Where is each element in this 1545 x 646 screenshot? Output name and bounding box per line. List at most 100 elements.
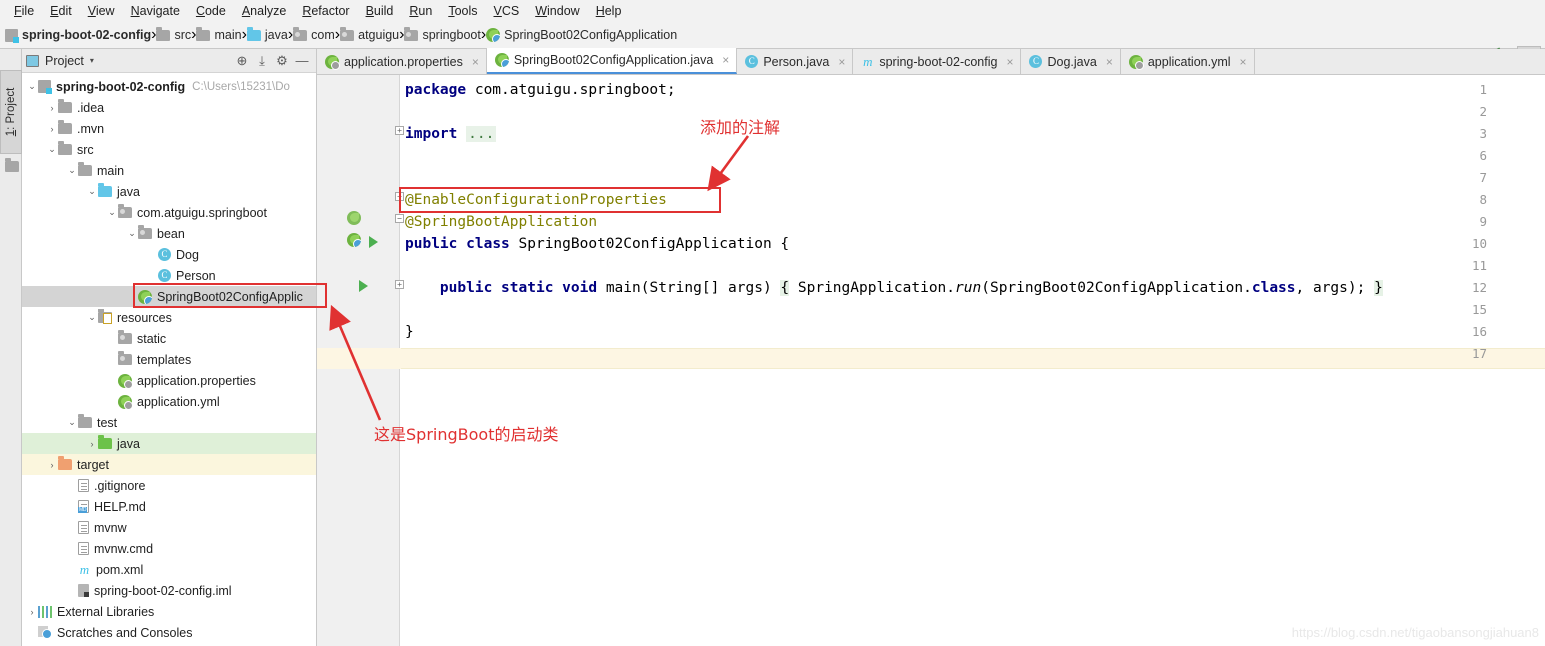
keyword-class-literal: class [1252,280,1296,296]
tree-item-main[interactable]: ⌄main [22,160,316,181]
tree-item-mvnw-cmd[interactable]: mvnw.cmd [22,538,316,559]
menu-item-build[interactable]: Build [358,2,402,20]
chevron-down-icon[interactable]: ⌄ [86,312,98,323]
chevron-down-icon[interactable]: ⌄ [26,81,38,92]
chevron-down-icon[interactable]: ⌄ [126,228,138,239]
close-icon[interactable]: × [1106,55,1113,69]
breadcrumb-item-atguigu[interactable]: atguigu [340,28,399,42]
editor-tab-springboot02configapplication-java[interactable]: SpringBoot02ConfigApplication.java× [487,48,737,74]
tree-item-application-properties[interactable]: application.properties [22,370,316,391]
chevron-right-icon[interactable]: › [26,607,38,617]
menu-item-run[interactable]: Run [401,2,440,20]
menu-item-file[interactable]: File [6,2,42,20]
tree-item-bean[interactable]: ⌄ bean [22,223,316,244]
breadcrumb-label: SpringBoot02ConfigApplication [504,28,677,42]
tree-item-spring-boot-02-config-iml[interactable]: spring-boot-02-config.iml [22,580,316,601]
folded-imports[interactable]: ... [466,126,496,142]
code-editor[interactable]: 1236789101112151617 + − − + package com.… [317,75,1545,646]
menu-item-edit[interactable]: Edit [42,2,80,20]
breadcrumb-label: main [214,28,241,42]
editor-tab-application-yml[interactable]: application.yml × [1121,49,1255,74]
breadcrumb-item-springboot[interactable]: springboot [404,28,480,42]
chevron-down-icon[interactable]: ⌄ [66,417,78,428]
line-number: 16 [1463,324,1487,339]
keyword-public: public [405,236,457,252]
tree-item-test[interactable]: ⌄test [22,412,316,433]
fold-expand-method[interactable]: + [395,280,404,289]
code-line-import: import ... [405,126,496,142]
tree-item--idea[interactable]: ›.idea [22,97,316,118]
breadcrumb-item-main[interactable]: main [196,28,241,42]
hide-panel-icon[interactable]: — [292,52,312,70]
breadcrumb-item-springboot02configapplication[interactable]: SpringBoot02ConfigApplication [486,28,677,42]
chevron-right-icon[interactable]: › [86,439,98,449]
tree-item-java[interactable]: ⌄java [22,181,316,202]
close-icon[interactable]: × [1240,55,1247,69]
menu-item-analyze[interactable]: Analyze [234,2,294,20]
tree-item--mvn[interactable]: ›.mvn [22,118,316,139]
tree-item-target[interactable]: › target [22,454,316,475]
tree-item-application-yml[interactable]: application.yml [22,391,316,412]
tree-item--gitignore[interactable]: .gitignore [22,475,316,496]
menu-item-help[interactable]: Help [588,2,630,20]
tree-item-resources[interactable]: ⌄resources [22,307,316,328]
locate-target-icon[interactable]: ⊕ [232,52,252,70]
tree-item-src[interactable]: ⌄src [22,139,316,160]
close-icon[interactable]: × [472,55,479,69]
chevron-down-icon[interactable]: ⌄ [46,144,58,155]
close-icon[interactable]: × [1006,55,1013,69]
editor-tab-dog-java[interactable]: CDog.java× [1021,49,1120,74]
collapse-all-icon[interactable]: ⤓ [252,52,272,70]
tree-item-static[interactable]: static [22,328,316,349]
editor-tab-spring-boot-02-config[interactable]: mspring-boot-02-config× [853,49,1021,74]
chevron-right-icon[interactable]: › [46,124,58,134]
menu-item-refactor[interactable]: Refactor [294,2,357,20]
tree-item-java[interactable]: ›java [22,433,316,454]
run-main-gutter-icon[interactable] [359,279,368,297]
tree-item-templates[interactable]: templates [22,349,316,370]
tree-item-label: bean [157,227,185,241]
tree-item-help-md[interactable]: HELP.md [22,496,316,517]
tool-window-tab-project[interactable]: 1: Project [0,70,22,154]
run-args-1: (SpringBoot02ConfigApplication. [981,280,1252,296]
spring-boot-gutter-icon[interactable] [347,233,361,252]
fold-expand-import[interactable]: + [395,126,404,135]
run-gutter-icon[interactable] [369,235,378,253]
editor-tab-person-java[interactable]: CPerson.java× [737,49,853,74]
fold-collapse-class[interactable]: − [395,214,404,223]
breadcrumb-item-java[interactable]: java [247,28,288,42]
chevron-down-icon[interactable]: ⌄ [86,186,98,197]
package-icon [118,207,132,218]
chevron-down-icon[interactable]: ▾ [90,56,94,65]
breadcrumb-item-src[interactable]: src [156,28,191,42]
menu-item-window[interactable]: Window [527,2,587,20]
menu-item-view[interactable]: View [80,2,123,20]
settings-gear-icon[interactable]: ⚙ [272,52,292,70]
tree-item-pom-xml[interactable]: mpom.xml [22,559,316,580]
tree-item-external-libraries[interactable]: ›External Libraries [22,601,316,622]
spring-bean-gutter-icon[interactable] [347,211,361,230]
chevron-down-icon[interactable]: ⌄ [106,207,118,218]
chevron-down-icon[interactable]: ⌄ [66,165,78,176]
tree-item-scratches-and-consoles[interactable]: Scratches and Consoles [22,622,316,643]
menu-item-code[interactable]: Code [188,2,234,20]
close-icon[interactable]: × [838,55,845,69]
scratches-icon [38,626,52,639]
editor-tab-label: application.yml [1148,55,1231,69]
menu-item-tools[interactable]: Tools [440,2,485,20]
tree-item-spring-boot-02-config[interactable]: ⌄spring-boot-02-configC:\Users\15231\Do [22,76,316,97]
tree-item-dog[interactable]: CDog [22,244,316,265]
tree-item-com-atguigu-springboot[interactable]: ⌄com.atguigu.springboot [22,202,316,223]
tree-item-mvnw[interactable]: mvnw [22,517,316,538]
editor-tab-application-properties[interactable]: application.properties× [317,49,487,74]
breadcrumb-label: java [265,28,288,42]
breadcrumb-item-com[interactable]: com [293,28,335,42]
close-icon[interactable]: × [722,53,729,67]
line-number: 1 [1463,82,1487,97]
tree-item-label: target [77,458,109,472]
chevron-right-icon[interactable]: › [46,103,58,113]
menu-item-vcs[interactable]: VCS [486,2,528,20]
menu-item-navigate[interactable]: Navigate [123,2,188,20]
breadcrumb-item-spring-boot-02-config[interactable]: spring-boot-02-config [5,28,151,42]
chevron-right-icon[interactable]: › [46,460,58,470]
